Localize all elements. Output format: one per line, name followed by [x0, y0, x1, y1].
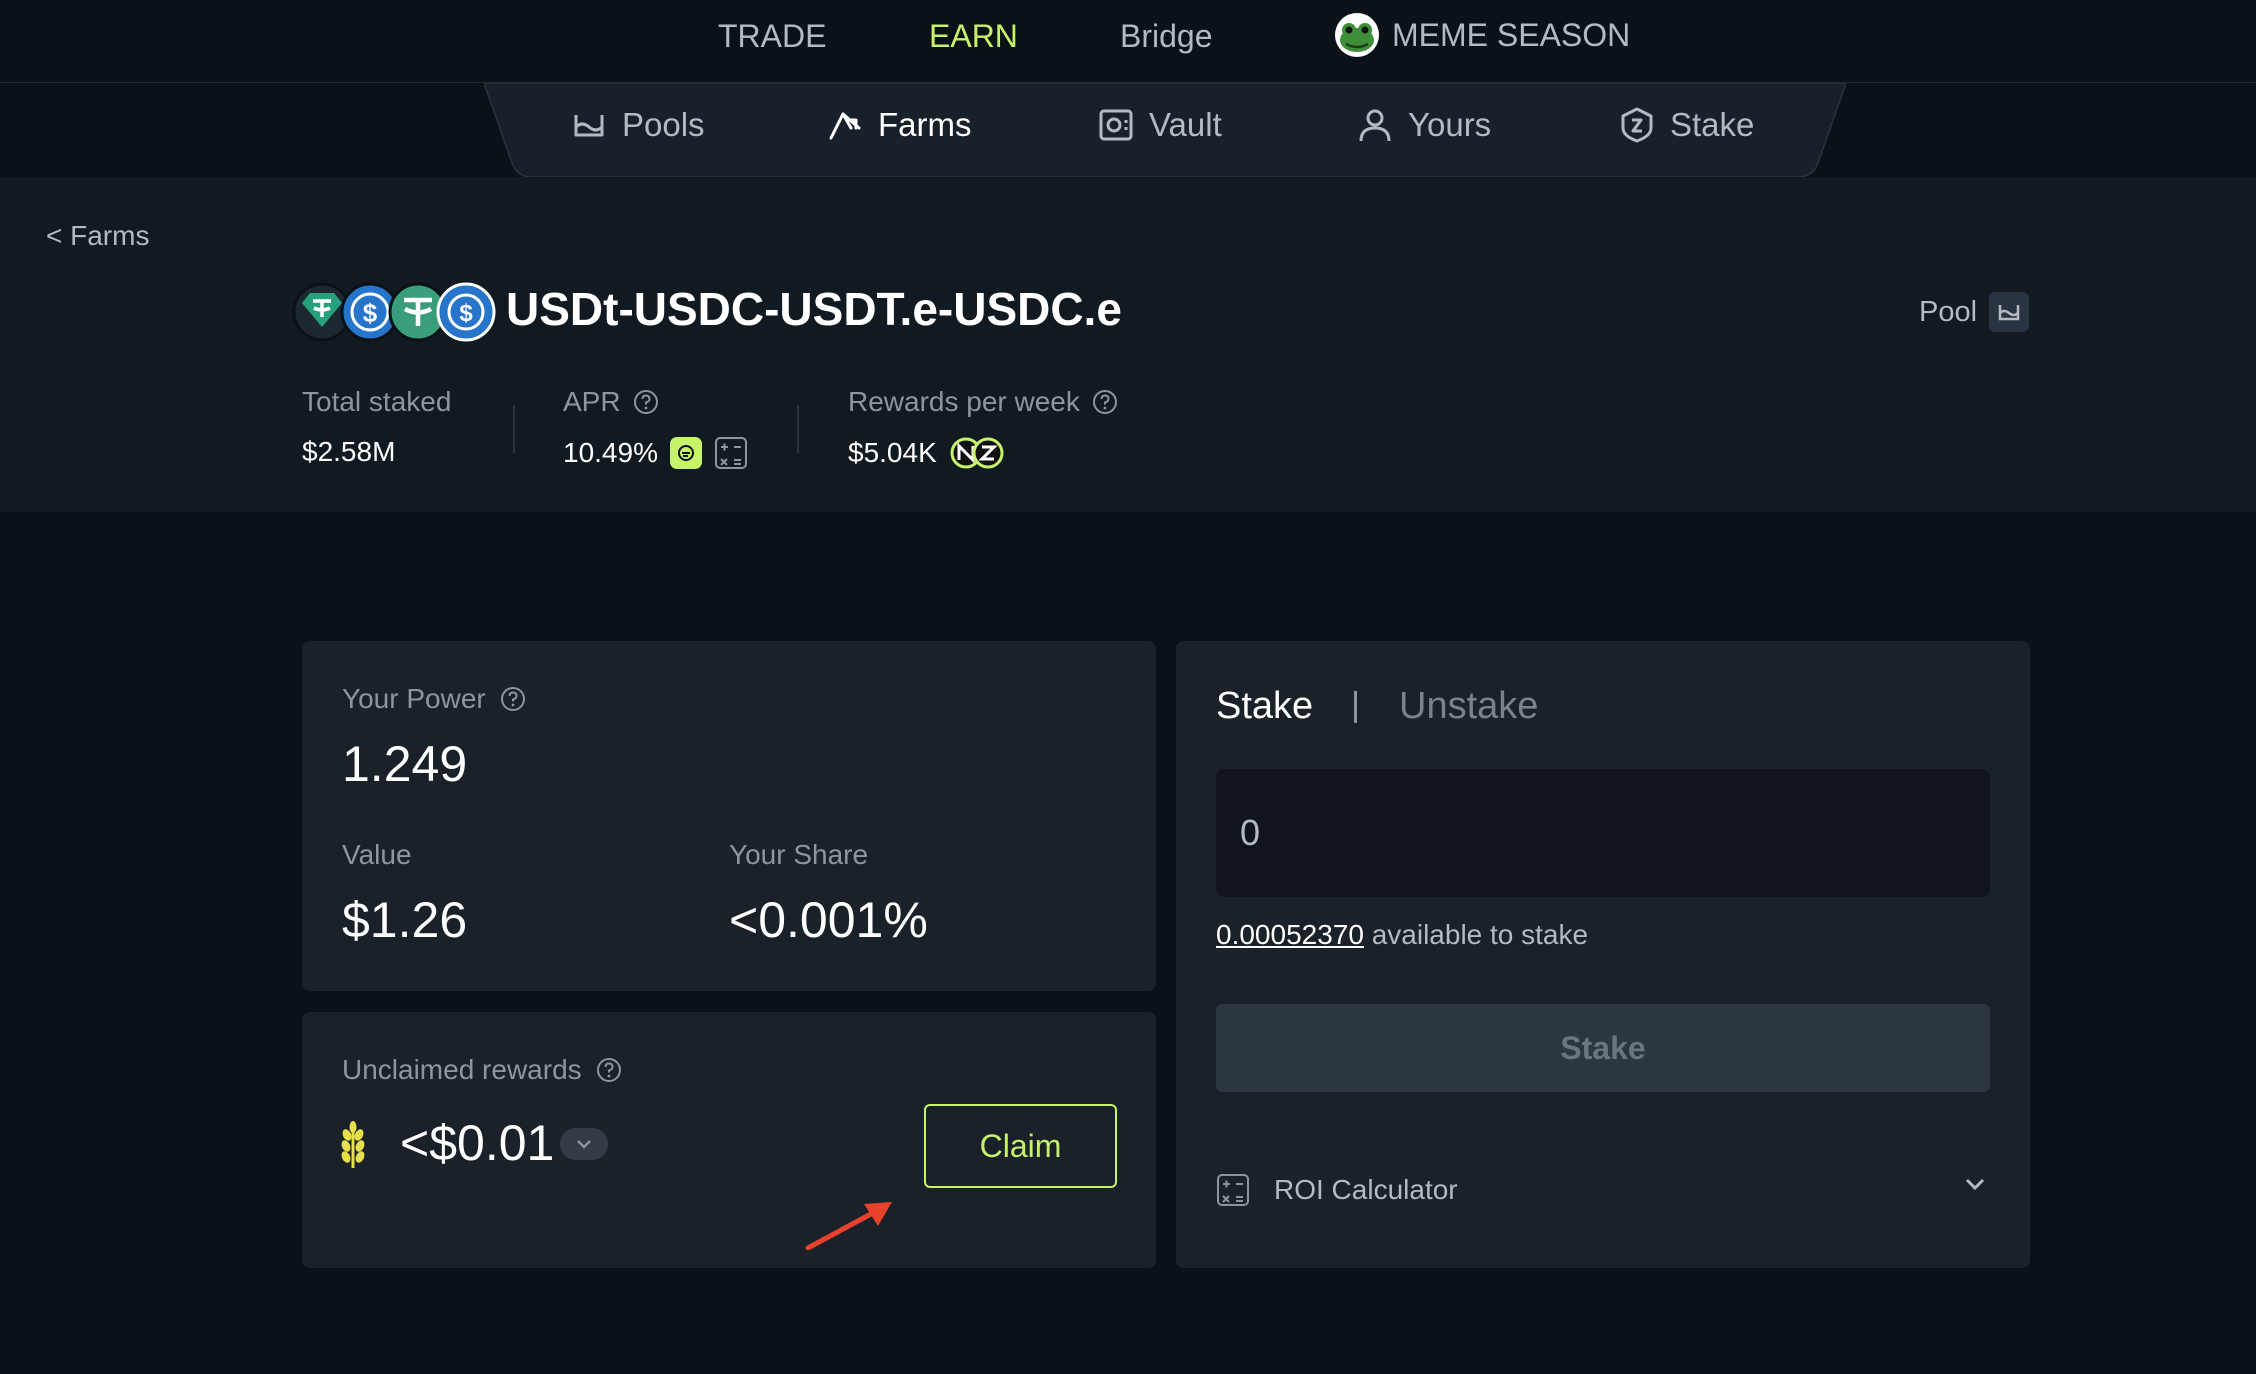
value-amount: $1.26: [342, 892, 468, 948]
nav-trade[interactable]: TRADE: [718, 18, 826, 55]
chevron-down-icon: [577, 1140, 591, 1149]
vault-icon: [1099, 109, 1133, 141]
help-icon[interactable]: [633, 389, 659, 415]
rewards-per-week-label: Rewards per week: [848, 386, 1080, 417]
your-power-card: Your Power 1.249 Value $1.26 Your Share …: [302, 641, 1156, 991]
stat-rewards-per-week: Rewards per week $5.04K: [848, 386, 1118, 470]
svg-text:$: $: [459, 300, 473, 327]
nav-bridge[interactable]: Bridge: [1120, 18, 1213, 55]
subnav-vault-label: Vault: [1149, 106, 1222, 143]
apr-label: APR: [563, 386, 621, 417]
your-share-value: <0.001%: [729, 892, 928, 948]
calculator-icon: [1217, 1174, 1249, 1206]
svg-text:$: $: [363, 298, 378, 328]
stat-apr: APR 10.49%: [563, 386, 748, 470]
available-suffix: available to stake: [1363, 919, 1589, 950]
frog-mascot-icon: [1335, 13, 1379, 57]
stat-divider: [797, 405, 799, 453]
pools-icon: [1989, 292, 2030, 332]
available-to-stake: 0.00052370 available to stake: [1216, 919, 1588, 951]
subnav-farms[interactable]: Farms: [826, 106, 972, 144]
pool-link-label: Pool: [1919, 295, 1978, 328]
stake-shield-icon: [1621, 107, 1653, 143]
help-icon[interactable]: [596, 1057, 622, 1083]
user-icon: [1359, 109, 1391, 142]
rewards-dropdown-toggle[interactable]: [560, 1128, 608, 1160]
subnav-yours[interactable]: Yours: [1356, 106, 1491, 144]
chevron-down-icon[interactable]: [1960, 1169, 1990, 1199]
help-icon[interactable]: [1092, 389, 1118, 415]
calculator-icon[interactable]: [714, 436, 748, 470]
tab-unstake[interactable]: Unstake: [1399, 685, 1538, 728]
tab-stake[interactable]: Stake: [1216, 685, 1313, 728]
subnav-yours-label: Yours: [1408, 106, 1492, 143]
stat-divider: [513, 405, 515, 453]
nav-meme-season-label: MEME SEASON: [1392, 16, 1631, 53]
pool-link[interactable]: Pool: [1919, 292, 2030, 332]
subnav-pools-label: Pools: [622, 106, 705, 143]
stake-button[interactable]: Stake: [1216, 1004, 1990, 1092]
value-label: Value: [342, 839, 412, 870]
your-power-label: Your Power: [342, 683, 486, 714]
claim-button[interactable]: Claim: [924, 1104, 1117, 1188]
token-icons-group: $ $: [292, 282, 496, 342]
usdc-e-icon: $: [436, 282, 496, 342]
tab-separator: [1354, 691, 1357, 723]
subnav-stake-label: Stake: [1670, 106, 1755, 143]
nav-meme-season[interactable]: MEME SEASON: [1334, 12, 1630, 58]
roi-calculator-label: ROI Calculator: [1274, 1174, 1458, 1205]
wheat-icon: [341, 1121, 365, 1168]
reward-tokens-icon: [950, 437, 1004, 469]
stake-card: Stake Unstake 0.00052370 available to st…: [1176, 641, 2030, 1268]
subnav-stake[interactable]: Stake: [1618, 106, 1754, 144]
unclaimed-rewards-value: <$0.01: [400, 1115, 555, 1171]
pools-icon: [574, 115, 604, 137]
apr-value: 10.49%: [563, 437, 658, 468]
top-nav: TRADE EARN Bridge MEME SEASON: [0, 0, 2256, 83]
stake-amount-input[interactable]: [1216, 769, 1990, 897]
nav-earn[interactable]: EARN: [929, 18, 1018, 55]
subnav-farms-label: Farms: [878, 106, 972, 143]
back-to-farms-link[interactable]: < Farms: [46, 220, 149, 252]
unclaimed-rewards-card: Unclaimed rewards <$0.01 Claim: [302, 1012, 1156, 1268]
total-staked-label: Total staked: [302, 386, 452, 417]
your-share-label: Your Share: [729, 839, 869, 870]
unclaimed-rewards-label: Unclaimed rewards: [342, 1054, 582, 1085]
available-amount[interactable]: 0.00052370: [1216, 919, 1364, 950]
stat-total-staked: Total staked $2.58M: [302, 386, 451, 468]
rewards-per-week-value: $5.04K: [848, 437, 937, 468]
subnav-pools[interactable]: Pools: [570, 106, 705, 144]
annotation-arrow-icon: [805, 1202, 892, 1250]
help-icon[interactable]: [500, 686, 526, 712]
your-power-value: 1.249: [342, 736, 468, 792]
subnav-vault[interactable]: Vault: [1097, 106, 1222, 144]
total-staked-value: $2.58M: [302, 436, 396, 467]
roi-calculator-toggle[interactable]: ROI Calculator: [1216, 1173, 1458, 1207]
farms-icon: [829, 112, 861, 140]
boost-badge-icon[interactable]: [669, 437, 702, 469]
pair-title: USDt-USDC-USDT.e-USDC.e: [506, 283, 1122, 335]
